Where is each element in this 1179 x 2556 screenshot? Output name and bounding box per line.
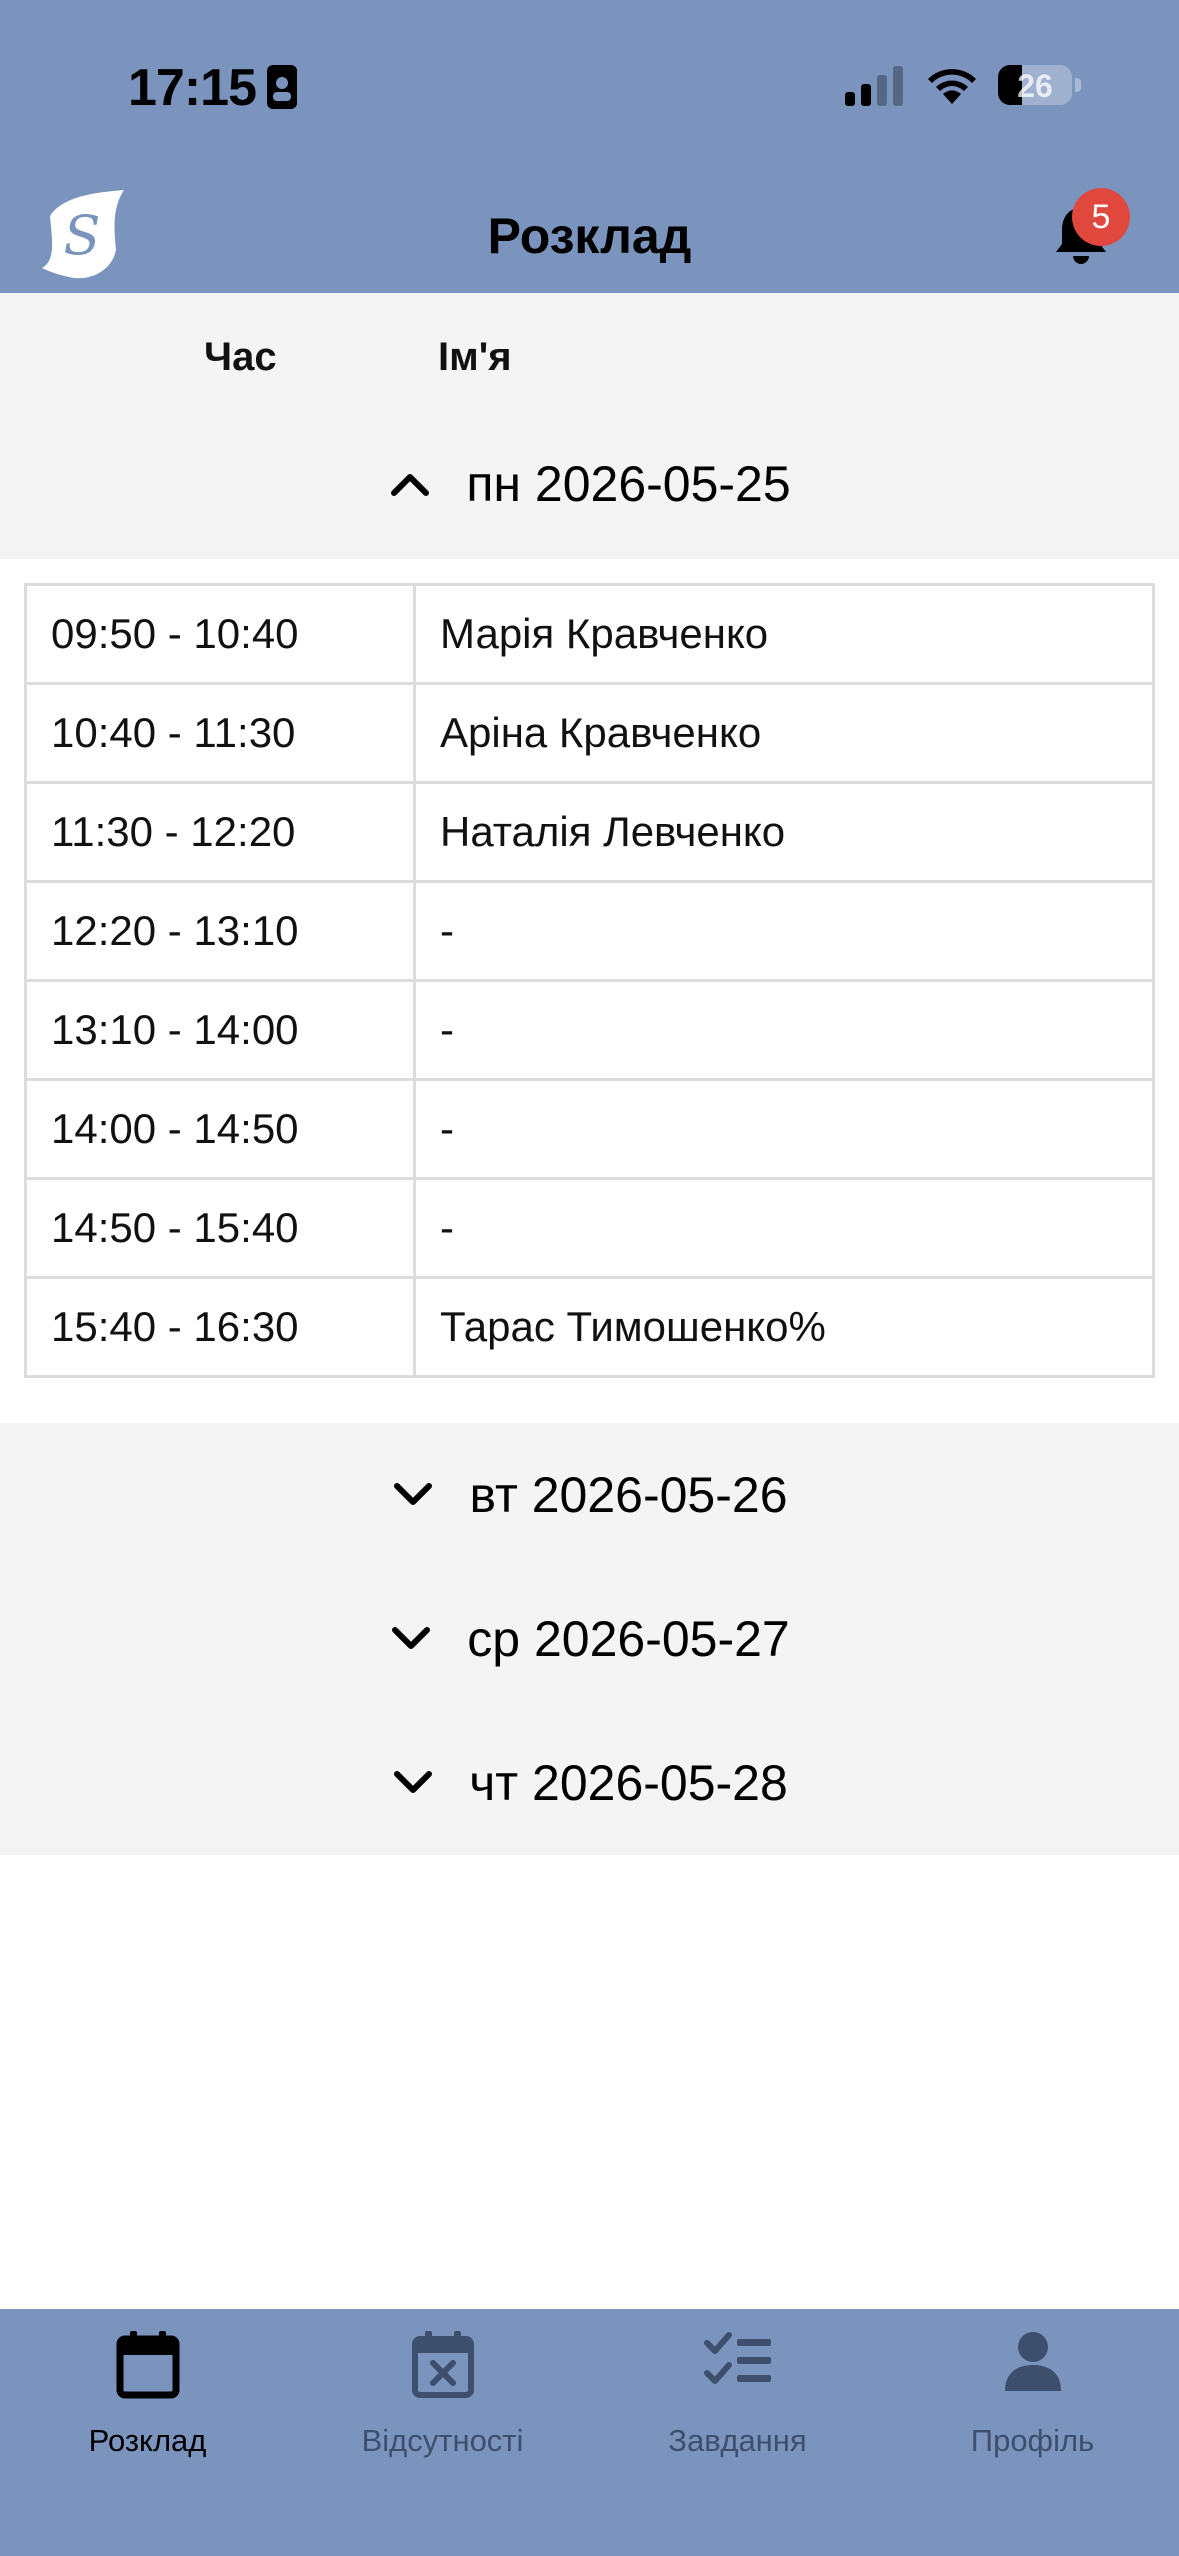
slot-name: Марія Кравченко	[413, 583, 1155, 685]
day-label: пн 2026-05-25	[466, 456, 791, 512]
table-row[interactable]: 14:00 - 14:50 -	[24, 1078, 1155, 1180]
table-row[interactable]: 12:20 - 13:10 -	[24, 880, 1155, 982]
slot-name: Аріна Кравченко	[413, 682, 1155, 784]
nav-tab-schedule[interactable]: Розклад	[0, 2309, 295, 2489]
table-row[interactable]: 13:10 - 14:00 -	[24, 979, 1155, 1081]
page-title: Розклад	[487, 208, 692, 264]
slot-name: -	[413, 979, 1155, 1081]
day-section-header[interactable]: пн 2026-05-25	[0, 409, 1179, 559]
table-row[interactable]: 14:50 - 15:40 -	[24, 1177, 1155, 1279]
day-label: ср 2026-05-27	[467, 1611, 790, 1667]
nav-label: Профіль	[970, 2423, 1095, 2458]
notification-badge[interactable]: 5	[1072, 188, 1130, 246]
tasks-checklist-icon	[703, 2332, 771, 2384]
calendar-x-icon	[411, 2331, 474, 2398]
chevron-down-icon	[394, 1483, 433, 1505]
top-header: 17:15 26 S Розклад 5	[0, 0, 1179, 293]
status-time: 17:15	[128, 59, 257, 117]
day-label: чт 2026-05-28	[469, 1755, 788, 1811]
slot-name: -	[413, 1078, 1155, 1180]
day-section-header[interactable]: ср 2026-05-27	[0, 1567, 1179, 1711]
slot-name: -	[413, 1177, 1155, 1279]
id-card-icon	[267, 65, 297, 109]
nav-label: Відсутності	[361, 2423, 524, 2458]
battery-tip	[1075, 78, 1081, 92]
profile-icon	[1004, 2332, 1061, 2391]
table-row[interactable]: 11:30 - 12:20 Наталія Левченко	[24, 781, 1155, 883]
column-header-name: Ім'я	[438, 335, 512, 379]
chevron-up-icon	[391, 474, 430, 496]
table-row[interactable]: 09:50 - 10:40 Марія Кравченко	[24, 583, 1155, 685]
slot-time: 13:10 - 14:00	[24, 979, 416, 1081]
chevron-down-icon	[394, 1771, 433, 1793]
day-section-header[interactable]: чт 2026-05-28	[0, 1711, 1179, 1855]
slot-name: -	[413, 880, 1155, 982]
calendar-icon	[116, 2331, 179, 2399]
day-section-header[interactable]: вт 2026-05-26	[0, 1423, 1179, 1567]
slot-time: 14:00 - 14:50	[24, 1078, 416, 1180]
slot-time: 15:40 - 16:30	[24, 1276, 416, 1378]
signal-icon	[845, 66, 903, 106]
slot-time: 10:40 - 11:30	[24, 682, 416, 784]
bottom-navigation: Розклад Відсутності Завдання Профіль	[0, 2309, 1179, 2556]
nav-tab-absences[interactable]: Відсутності	[295, 2309, 590, 2489]
battery-level: 26	[1017, 68, 1053, 104]
nav-label: Завдання	[668, 2423, 807, 2458]
slot-time: 09:50 - 10:40	[24, 583, 416, 685]
slot-name: Тарас Тимошенко%	[413, 1276, 1155, 1378]
nav-tab-profile[interactable]: Профіль	[885, 2309, 1179, 2489]
schedule-column-header: Час Ім'я	[0, 293, 1179, 409]
slot-name: Наталія Левченко	[413, 781, 1155, 883]
nav-tab-tasks[interactable]: Завдання	[590, 2309, 885, 2489]
slot-time: 11:30 - 12:20	[24, 781, 416, 883]
slot-time: 14:50 - 15:40	[24, 1177, 416, 1279]
schedule-table: 09:50 - 10:40 Марія Кравченко 10:40 - 11…	[24, 583, 1155, 1378]
battery-indicator: 26	[998, 65, 1072, 105]
table-row[interactable]: 10:40 - 11:30 Аріна Кравченко	[24, 682, 1155, 784]
slot-time: 12:20 - 13:10	[24, 880, 416, 982]
column-header-time: Час	[204, 335, 277, 379]
table-row[interactable]: 15:40 - 16:30 Тарас Тимошенко%	[24, 1276, 1155, 1378]
nav-label: Розклад	[88, 2423, 207, 2458]
chevron-down-icon	[392, 1627, 431, 1649]
day-label: вт 2026-05-26	[469, 1467, 788, 1523]
wifi-icon	[928, 69, 976, 104]
